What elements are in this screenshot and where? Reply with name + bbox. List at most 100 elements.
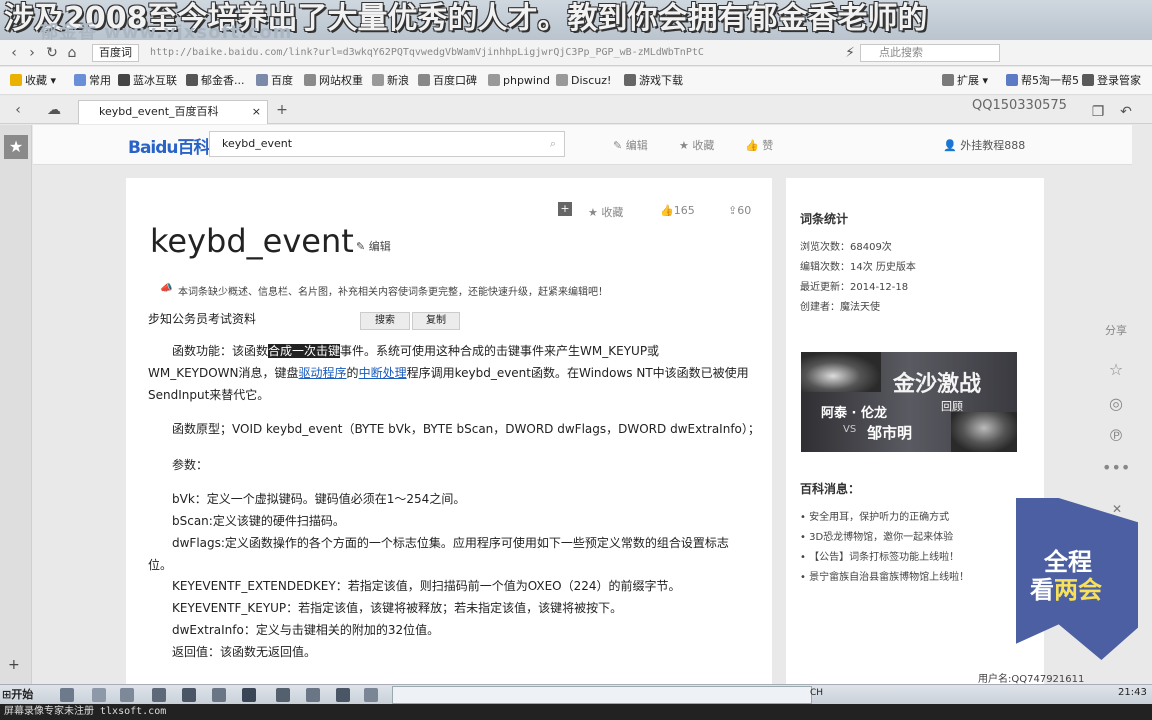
news-item[interactable]: • 景宁畲族自治县畲族博物馆上线啦！ (800, 568, 969, 583)
param-dwflags-cont: 位。 (148, 558, 173, 572)
back-icon[interactable]: ‹ (4, 43, 24, 63)
app-icon[interactable] (306, 688, 320, 702)
site-icon (624, 74, 636, 86)
undo-icon[interactable]: ↶ (1116, 102, 1136, 122)
bookmark-label: 蓝冰互联 (133, 74, 177, 87)
promo-text: 看 (1030, 576, 1054, 604)
promo-banner[interactable]: 金沙激战 阿泰 · 伦龙 回顾 VS 邹市明 (801, 352, 1017, 452)
refresh-icon[interactable]: ↻ (42, 43, 62, 63)
window-icon[interactable]: ❐ (1088, 102, 1108, 122)
bookmark-label: phpwind (503, 74, 550, 87)
cloud-icon[interactable]: ☁ (44, 100, 64, 120)
link-driver[interactable]: 驱动程序 (299, 366, 347, 380)
forward-icon[interactable]: › (22, 43, 42, 63)
stat-creator[interactable]: 创建者：魔法天使 (800, 298, 880, 313)
bookmark-item[interactable]: 游戏下载 (624, 73, 683, 89)
add-icon[interactable]: + (8, 657, 20, 673)
param-dwflags: dwFlags:定义函数操作的各个方面的一个标志位集。应用程序可使用如下一些预定… (172, 536, 729, 550)
active-window-button[interactable] (392, 686, 812, 704)
share-label: 分享 (1105, 324, 1127, 337)
share-count[interactable]: ⇪60 (728, 204, 751, 217)
app-icon[interactable] (212, 688, 226, 702)
app-icon[interactable] (152, 688, 166, 702)
popup-search-button[interactable]: 搜索 (360, 312, 410, 330)
site-chip[interactable]: 百度词 (92, 44, 139, 62)
bookmark-label: 新浪 (387, 74, 409, 87)
text: 函数功能：该函数 (172, 344, 269, 358)
language-indicator[interactable]: CH (810, 688, 823, 698)
chevron-left-icon[interactable]: ‹ (8, 100, 28, 120)
promo-line2: 看两会 (1030, 570, 1102, 605)
header-like-button[interactable]: 👍 赞 (745, 137, 773, 153)
popup-copy-button[interactable]: 复制 (412, 312, 460, 330)
url-field[interactable]: http://baike.baidu.com/link?url=d3wkqY62… (150, 44, 840, 62)
close-icon[interactable]: ✕ (1112, 502, 1122, 516)
site-icon (118, 74, 130, 86)
bookmark-item[interactable]: 帮5淘一帮5 (1006, 73, 1079, 89)
more-icon[interactable]: ••• (1102, 458, 1130, 477)
header-collect-button[interactable]: ★ 收藏 (679, 137, 714, 153)
bookmark-item[interactable]: 百度口碑 (418, 73, 477, 89)
bookmark-item[interactable]: 常用 (74, 73, 111, 89)
bookmark-item[interactable]: 新浪 (372, 73, 409, 89)
bookmark-item[interactable]: 百度 (256, 73, 293, 89)
left-sidebar: ★ + (0, 125, 32, 685)
lightning-icon[interactable]: ⚡ (840, 43, 860, 63)
banner-opponent: 邹市明 (867, 424, 913, 442)
header-edit-button[interactable]: ✎ 编辑 (613, 137, 648, 153)
app-icon[interactable] (242, 688, 256, 702)
bookmark-label: 郁金香... (201, 74, 245, 87)
start-button[interactable]: ⊞开始 (2, 686, 33, 704)
tab-keybd-event[interactable]: keybd_event_百度百科 × (78, 100, 268, 124)
app-icon[interactable] (60, 688, 74, 702)
sponsored-link[interactable]: 步知公务员考试资料 (148, 310, 256, 327)
bookmark-label: 网站权重 (319, 74, 363, 87)
share-value: 60 (737, 204, 752, 217)
title-edit-link[interactable]: ✎ 编辑 (356, 238, 391, 254)
news-item[interactable]: • 【公告】词条打标签功能上线啦！ (800, 548, 959, 563)
news-item[interactable]: • 安全用耳，保护听力的正确方式 (800, 508, 949, 523)
app-icon[interactable] (182, 688, 196, 702)
app-icon[interactable] (120, 688, 134, 702)
home-icon[interactable]: ⌂ (62, 43, 82, 63)
news-label: 【公告】词条打标签功能上线啦！ (809, 552, 960, 563)
app-icon[interactable] (364, 688, 378, 702)
baike-search-input[interactable]: keybd_event ⌕ (209, 131, 565, 157)
start-label: 开始 (11, 688, 34, 701)
bookmark-item[interactable]: Discuz! (556, 73, 611, 89)
extensions-button[interactable]: 扩展 ▾ (942, 73, 988, 89)
username-label: 用户名:QQ747921611 (978, 674, 1085, 685)
collect-button[interactable]: ★ 收藏 (588, 204, 623, 220)
pinterest-icon[interactable]: ℗ (1102, 426, 1130, 445)
favorites-star-icon[interactable]: ★ (4, 135, 28, 159)
bookmark-item[interactable]: 网站权重 (304, 73, 363, 89)
baidu-baike-logo[interactable]: Baidu百科 (128, 133, 211, 158)
new-tab-icon[interactable]: + (272, 100, 292, 120)
close-tab-icon[interactable]: × (252, 101, 261, 123)
text: 的 (346, 366, 359, 380)
link-interrupt[interactable]: 中断处理 (359, 366, 407, 380)
like-count[interactable]: 👍165 (660, 204, 695, 217)
bookmark-item[interactable]: 蓝冰互联 (118, 73, 177, 89)
stat-edits[interactable]: 编辑次数：14次 历史版本 (800, 258, 916, 273)
bookmark-favorites[interactable]: 收藏 ▾ (10, 73, 56, 89)
search-icon[interactable]: ⌕ (550, 132, 556, 156)
site-icon (256, 74, 268, 86)
header-user[interactable]: 👤 外挂教程888 (943, 137, 1025, 153)
app-icon[interactable] (92, 688, 106, 702)
app-icon[interactable] (336, 688, 350, 702)
weibo-icon[interactable]: ◎ (1102, 394, 1130, 413)
bookmark-item[interactable]: 郁金香... (186, 73, 245, 89)
highlighted-text: 合成一次击键 (268, 344, 341, 358)
star-icon[interactable]: ☆ (1102, 360, 1130, 379)
bookmark-item[interactable]: 登录管家 (1082, 73, 1141, 89)
paragraph-function: 函数功能：该函数合成一次击键事件。系统可使用这种合成的击键事件来产生WM_KEY… (148, 340, 768, 406)
browser-search-input[interactable]: 点此搜索 (860, 44, 1000, 62)
news-item[interactable]: • 3D恐龙博物馆，邀你一起来体验 (800, 528, 953, 543)
add-icon[interactable]: + (558, 202, 572, 216)
app-icon[interactable] (276, 688, 290, 702)
user-name: 外挂教程888 (960, 139, 1026, 152)
bookmark-item[interactable]: phpwind (488, 73, 550, 89)
bookmark-label: 常用 (89, 74, 111, 87)
folder-icon (74, 74, 86, 86)
